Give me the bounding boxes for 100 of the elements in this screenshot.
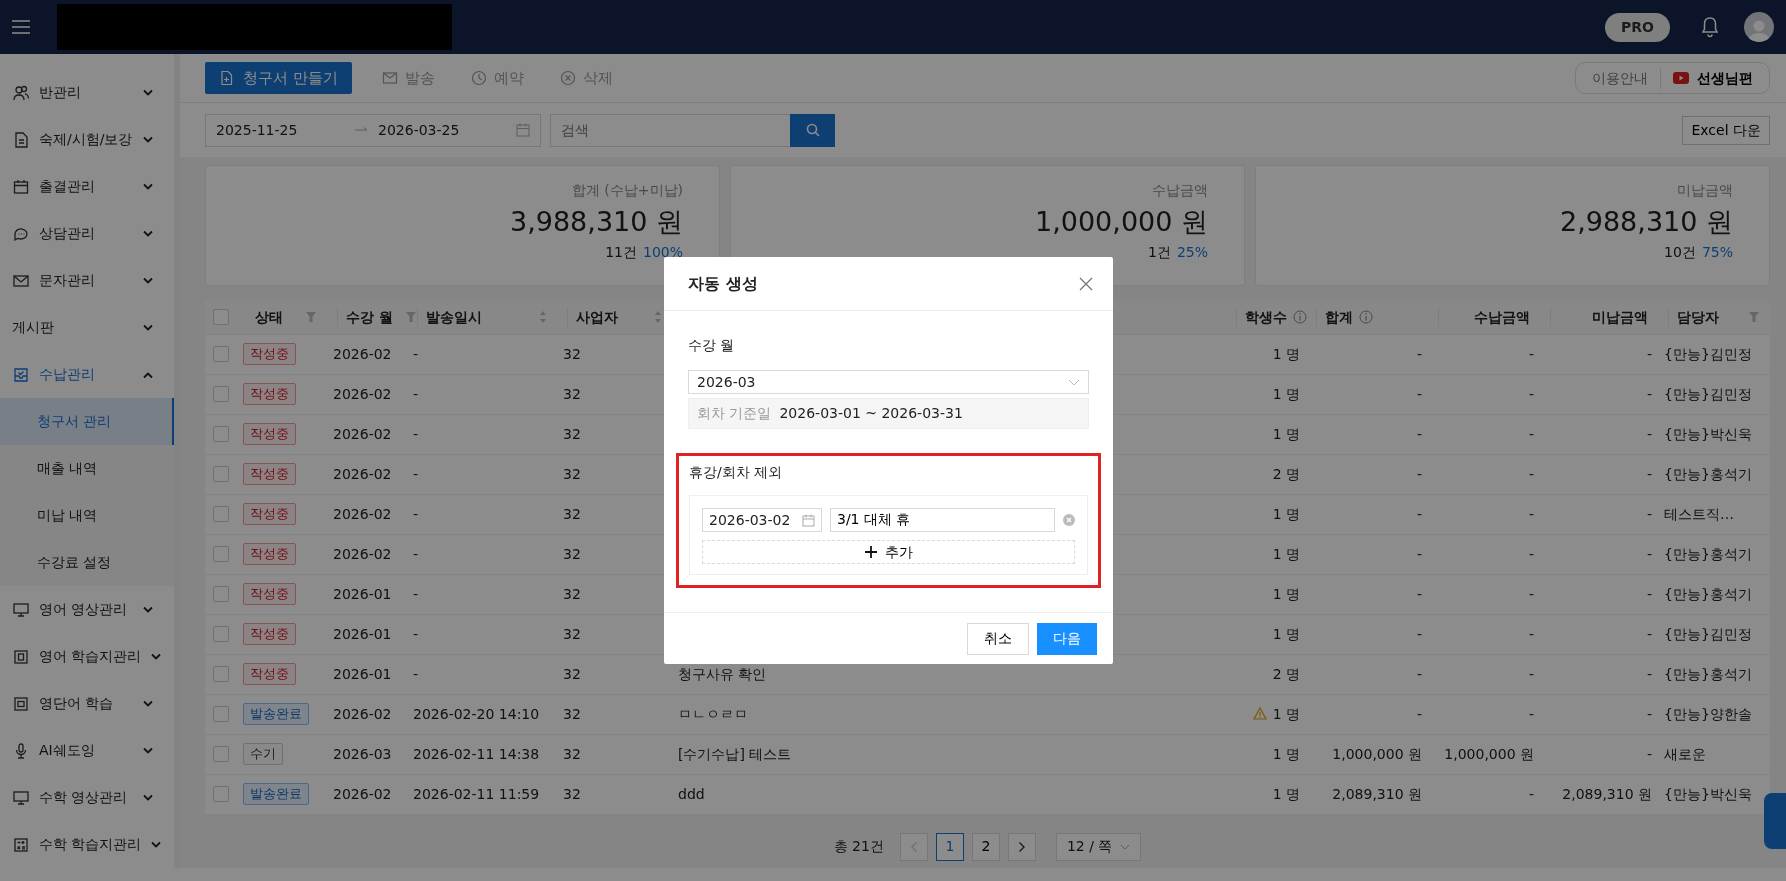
excel-download-button[interactable]: Excel 다운 xyxy=(1682,115,1770,145)
play-icon xyxy=(1673,72,1689,84)
page-button[interactable]: 1 xyxy=(935,832,964,861)
table-cell: 1 명 xyxy=(1272,425,1300,442)
filter-icon[interactable] xyxy=(1748,311,1760,324)
select-all-checkbox[interactable] xyxy=(213,309,229,326)
table-cell: - xyxy=(413,625,419,642)
sidebar-item[interactable]: AI쉐도잉 xyxy=(0,727,174,774)
status-tag: 작성중 xyxy=(243,383,296,405)
filter-icon[interactable] xyxy=(305,311,317,324)
sidebar-item[interactable]: 반관리 xyxy=(0,69,174,116)
table-cell: 2026-03 xyxy=(333,745,392,762)
filter-icon[interactable] xyxy=(404,311,417,324)
sidebar-item[interactable]: 영어 학습지관리 xyxy=(0,633,174,680)
sort-icon[interactable] xyxy=(539,310,547,325)
range-label: 회차 기준일 xyxy=(697,404,772,423)
search-field[interactable]: 검색 xyxy=(550,113,790,147)
sidebar-item[interactable]: 문자관리 xyxy=(0,257,174,304)
chevron-down-icon xyxy=(142,276,154,285)
status-tag: 발송완료 xyxy=(243,783,309,805)
sidebar-subitem[interactable]: 수강료 설정 xyxy=(0,539,174,586)
chevron-down-icon xyxy=(142,323,154,332)
guide-link[interactable]: 이용안내 xyxy=(1592,67,1661,89)
row-checkbox[interactable] xyxy=(213,466,229,482)
sidebar-item[interactable]: 수학 영상관리 xyxy=(0,774,174,821)
close-icon[interactable] xyxy=(1079,276,1093,291)
sidebar-item[interactable]: 수납관리 xyxy=(0,351,174,398)
table-cell: {만능}김민정 xyxy=(1664,625,1752,642)
info-icon xyxy=(1359,310,1373,325)
table-cell: 2026-02 xyxy=(333,545,392,562)
page-button[interactable]: 2 xyxy=(971,832,1000,861)
mail-icon xyxy=(381,70,398,86)
table-cell: {만능}홍석기 xyxy=(1664,585,1752,602)
reason-field[interactable]: 3/1 대체 휴 xyxy=(830,508,1055,532)
row-checkbox[interactable] xyxy=(213,426,229,442)
search-button[interactable] xyxy=(790,113,835,147)
chevron-up-icon xyxy=(142,370,154,379)
circle-x-icon xyxy=(559,70,576,86)
next-button[interactable]: 다음 xyxy=(1037,622,1097,655)
card-label: 미납금액 xyxy=(1677,181,1733,200)
table-cell: 1 명 xyxy=(1272,625,1300,642)
total-count: 총 21건 xyxy=(833,837,884,856)
sidebar-subitem[interactable]: 매출 내역 xyxy=(0,445,174,492)
table-cell: - xyxy=(1416,665,1422,682)
clear-icon[interactable] xyxy=(1063,514,1075,526)
video-button[interactable]: 선생님편 xyxy=(1673,67,1753,89)
add-button[interactable]: 추가 xyxy=(702,540,1075,564)
column-header: 사업자 xyxy=(576,307,618,327)
sidebar-item[interactable]: 숙제/시험/보강 xyxy=(0,116,174,163)
document-plus-icon xyxy=(219,70,235,86)
row-checkbox[interactable] xyxy=(213,546,229,562)
card-amount: 1,000,000 원 xyxy=(1035,205,1208,239)
row-checkbox[interactable] xyxy=(213,506,229,522)
date-field[interactable]: 2026-03-02 xyxy=(702,508,822,532)
table-cell: - xyxy=(413,425,419,442)
sidebar-item[interactable]: 수학 학습지관리 xyxy=(0,821,174,868)
table-cell: ㅁㄴㅇㄹㅁ xyxy=(678,705,748,722)
row-checkbox[interactable] xyxy=(213,666,229,682)
row-checkbox[interactable] xyxy=(213,746,229,762)
bell-icon[interactable] xyxy=(1700,16,1720,38)
table-cell: 32 xyxy=(563,745,581,762)
sidebar-item[interactable]: 게시판 xyxy=(0,304,174,351)
info-icon xyxy=(1293,310,1307,325)
side-tab[interactable] xyxy=(1764,793,1786,849)
chevron-down-icon xyxy=(150,652,163,661)
table-cell: 2026-01 xyxy=(333,585,392,602)
table-cell: - xyxy=(413,505,419,522)
row-checkbox[interactable] xyxy=(213,626,229,642)
table-cell: - xyxy=(1416,425,1422,442)
table-cell: - xyxy=(1416,705,1422,722)
table-cell: - xyxy=(1646,545,1652,562)
cancel-button[interactable]: 취소 xyxy=(967,622,1029,655)
sort-icon[interactable] xyxy=(654,310,662,325)
column-header: 합계 xyxy=(1325,307,1353,327)
month-select[interactable]: 2026-03 xyxy=(688,370,1089,394)
table-cell: 1 명 xyxy=(1272,785,1300,802)
page-size-select[interactable]: 12 / 쪽 xyxy=(1055,832,1142,861)
status-tag: 발송완료 xyxy=(243,703,309,725)
menu-icon[interactable] xyxy=(10,18,32,36)
row-checkbox[interactable] xyxy=(213,346,229,362)
row-checkbox[interactable] xyxy=(213,586,229,602)
toolbar-button[interactable]: 청구서 만들기 xyxy=(205,62,352,94)
next-page-button[interactable] xyxy=(1007,832,1036,861)
table-cell: 32 xyxy=(563,585,581,602)
sidebar-item[interactable]: 상담관리 xyxy=(0,210,174,257)
sidebar-item[interactable]: 출결관리 xyxy=(0,163,174,210)
sidebar-item[interactable]: 영단어 학습 xyxy=(0,680,174,727)
row-checkbox[interactable] xyxy=(213,386,229,402)
table-cell: {만능}김민정 xyxy=(1664,385,1752,402)
column-header: 상태 xyxy=(255,307,283,327)
sidebar-item[interactable]: 영어 영상관리 xyxy=(0,586,174,633)
table-cell: 2026-02 xyxy=(333,465,392,482)
card-count: 1건 xyxy=(1147,244,1171,260)
table-cell: 1 명 xyxy=(1272,705,1300,722)
row-checkbox[interactable] xyxy=(213,786,229,802)
table-cell: 2 명 xyxy=(1272,465,1300,482)
sidebar-subitem[interactable]: 미납 내역 xyxy=(0,492,174,539)
date-range-field[interactable]: 2025-11-25 2026-03-25 xyxy=(205,113,541,147)
arrow-icon xyxy=(354,126,368,134)
row-checkbox[interactable] xyxy=(213,706,229,722)
